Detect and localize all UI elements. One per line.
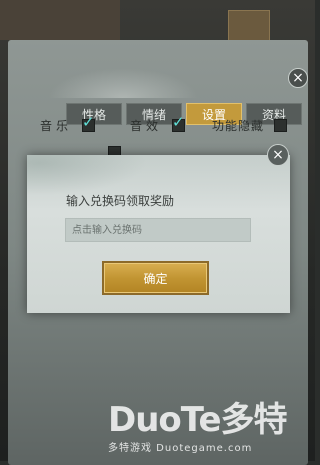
redeem-code-input[interactable] <box>65 218 251 242</box>
music-checkbox[interactable]: ✓ <box>82 115 96 132</box>
sound-effects-checkbox[interactable]: ✓ <box>172 115 186 132</box>
watermark: DuoTe多特 多特游戏 Duotegame.com <box>108 392 288 454</box>
watermark-subtitle: 多特游戏 Duotegame.com <box>108 443 253 454</box>
hide-function-option: 功能隐藏 <box>212 117 288 134</box>
music-option: 音乐 ✓ <box>40 115 96 134</box>
background-scenery <box>0 0 120 40</box>
close-panel-button[interactable]: × <box>288 68 308 88</box>
close-dialog-button[interactable]: × <box>267 144 289 166</box>
dialog-title: 输入兑换码领取奖励 <box>66 194 175 208</box>
close-icon: × <box>292 70 304 86</box>
checkmark-icon: ✓ <box>82 113 95 131</box>
close-icon: × <box>272 147 284 163</box>
hide-function-checkbox[interactable] <box>274 119 288 132</box>
hide-function-label: 功能隐藏 <box>212 119 265 133</box>
confirm-button[interactable]: 确定 <box>104 263 207 293</box>
dialog-mist-decoration <box>27 155 147 195</box>
sound-effects-label: 音效 <box>130 119 163 133</box>
sound-effects-option: 音效 ✓ <box>130 115 186 134</box>
watermark-logo: DuoTe多特 <box>108 400 288 440</box>
redeem-code-dialog: 输入兑换码领取奖励 确定 <box>27 155 290 313</box>
panel-cloud-decoration <box>48 68 198 98</box>
music-label: 音乐 <box>40 119 73 133</box>
checkmark-icon: ✓ <box>172 113 185 131</box>
